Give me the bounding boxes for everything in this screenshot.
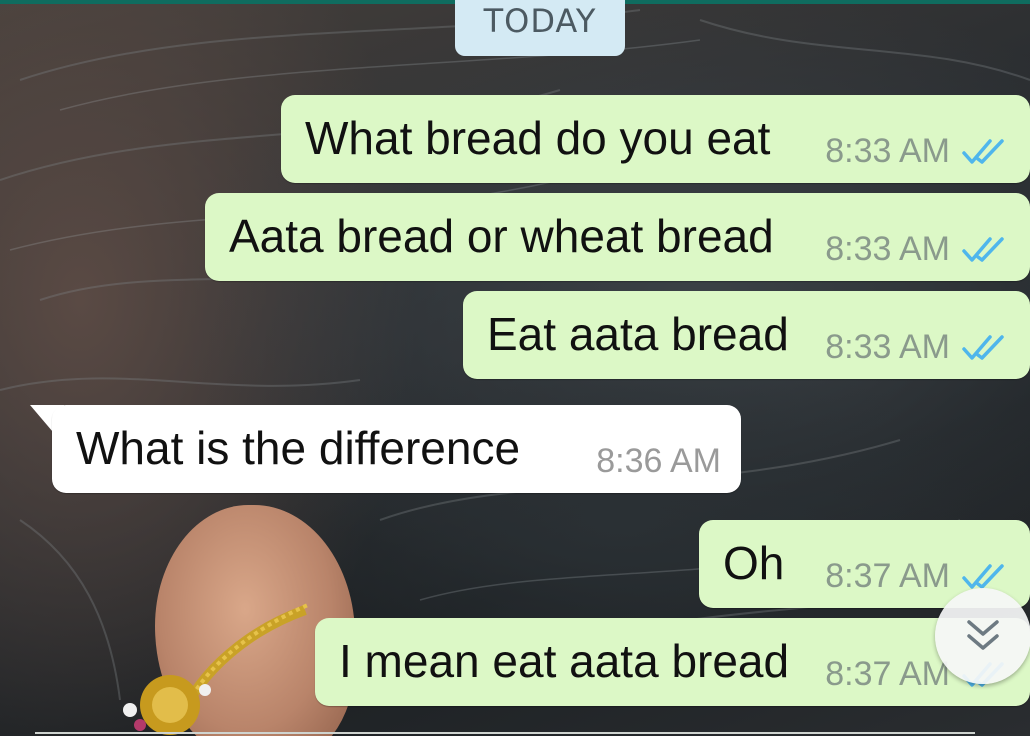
message-meta: 8:33 AM: [825, 328, 1006, 367]
double-check-read-icon: [962, 236, 1004, 262]
date-divider: TODAY: [455, 0, 625, 56]
double-check-read-icon: [962, 138, 1004, 164]
message-time: 8:37 AM: [825, 557, 950, 595]
message-text: What is the difference: [76, 422, 521, 474]
message-bubble-outgoing[interactable]: I mean eat aata bread 8:37 AM: [315, 618, 1030, 706]
message-time: 8:36 AM: [596, 442, 721, 480]
message-meta: 8:36 AM: [596, 442, 721, 481]
double-check-read-icon: [962, 334, 1004, 360]
message-text: What bread do you eat: [305, 112, 771, 164]
message-text: Oh: [723, 537, 785, 589]
message-time: 8:33 AM: [825, 132, 950, 170]
message-bubble-outgoing[interactable]: Eat aata bread 8:33 AM: [463, 291, 1030, 379]
message-time: 8:33 AM: [825, 230, 950, 268]
double-chevron-down-icon: [967, 620, 999, 650]
message-time: 8:37 AM: [825, 655, 950, 693]
message-time: 8:33 AM: [825, 328, 950, 366]
message-bubble-outgoing[interactable]: Aata bread or wheat bread 8:33 AM: [205, 193, 1030, 281]
message-meta: 8:33 AM: [825, 230, 1006, 269]
date-divider-label: TODAY: [483, 2, 597, 40]
chat-screen: TODAY What bread do you eat 8:33 AM Aata…: [0, 0, 1030, 736]
scroll-to-bottom-button[interactable]: [935, 588, 1030, 684]
double-check-read-icon: [962, 563, 1004, 589]
message-bubble-incoming[interactable]: What is the difference 8:36 AM: [52, 405, 741, 493]
wallpaper-earring: [123, 602, 310, 735]
message-text: I mean eat aata bread: [339, 635, 790, 687]
message-text: Eat aata bread: [487, 308, 789, 360]
message-text: Aata bread or wheat bread: [229, 210, 774, 262]
input-bar-edge: [35, 732, 975, 734]
message-bubble-outgoing[interactable]: What bread do you eat 8:33 AM: [281, 95, 1030, 183]
message-meta: 8:33 AM: [825, 132, 1006, 171]
